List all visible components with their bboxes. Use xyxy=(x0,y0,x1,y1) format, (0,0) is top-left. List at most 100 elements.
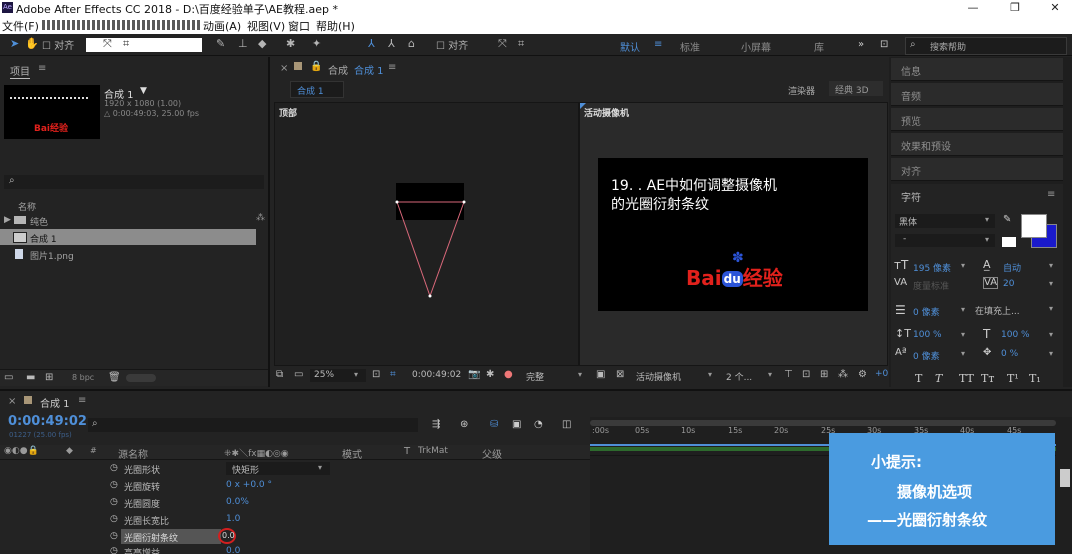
character-menu-icon[interactable]: ≡ xyxy=(1047,189,1055,200)
kerning-value[interactable]: 度量标准 xyxy=(913,279,949,292)
fast-preview-icon[interactable]: ⊞ xyxy=(820,369,828,380)
roi-icon[interactable]: ▣ xyxy=(596,369,605,380)
world-axis-icon[interactable]: ⅄ xyxy=(388,37,395,50)
stopwatch-icon[interactable]: ◷ xyxy=(110,480,118,490)
safe-zones-icon[interactable]: ⊡ xyxy=(372,369,380,380)
draft-3d-icon[interactable]: ⊛ xyxy=(460,419,468,430)
flowchart-icon[interactable]: ⁂ xyxy=(838,369,848,380)
name-column-header[interactable]: 名称 xyxy=(18,200,36,213)
font-family-select[interactable]: 黑体 ▾ xyxy=(895,214,995,228)
audio-panel[interactable]: 音频 xyxy=(891,83,1063,106)
swap-colors-icon[interactable] xyxy=(1001,236,1017,248)
quality-select[interactable]: 完整 ▾ xyxy=(524,369,588,383)
stroke-mode-select[interactable]: 在填充上... ▾ xyxy=(971,302,1059,317)
reset-exposure-icon[interactable]: ⚙ xyxy=(858,369,867,380)
fill-color-swatch[interactable] xyxy=(1021,214,1047,238)
exposure-icon[interactable]: +0 xyxy=(875,369,888,379)
lock-icon[interactable]: 🔒 xyxy=(310,61,322,72)
list-item[interactable]: 图片1.png xyxy=(0,247,256,262)
timeline-row[interactable]: ◷ 高亮增益 0.0 xyxy=(0,546,590,554)
thumbnail-size-slider[interactable] xyxy=(126,374,156,382)
vertical-scale-value[interactable]: 100 % xyxy=(913,330,942,340)
menu-file[interactable]: 文件(F) xyxy=(2,18,39,34)
orbit-tool-icon[interactable]: ⤧ xyxy=(103,37,112,51)
chevron-down-icon[interactable]: ▾ xyxy=(961,261,965,270)
menu-window[interactable]: 窗口 xyxy=(288,18,310,34)
roto-brush-icon[interactable]: ✱ xyxy=(286,37,295,50)
timeline-timecode[interactable]: 0:00:49:02 xyxy=(8,414,87,429)
timeline-tab[interactable]: 合成 1 xyxy=(40,395,70,410)
help-search-input[interactable]: ⌕ 搜索帮助 xyxy=(905,37,1067,55)
parent-header[interactable]: 父级 xyxy=(482,446,502,461)
transparency-grid-icon[interactable]: ⊠ xyxy=(616,369,624,380)
interpret-footage-icon[interactable]: ▭ xyxy=(4,372,13,383)
pan-tool-icon[interactable]: ⌗ xyxy=(123,37,129,51)
close-tab-icon[interactable]: × xyxy=(280,63,288,74)
property-value[interactable]: 0.0 xyxy=(222,531,235,540)
expand-arrow-icon[interactable]: ▶ xyxy=(4,215,11,225)
chevron-down-icon[interactable]: ▾ xyxy=(961,330,965,339)
menu-help[interactable]: 帮助(H) xyxy=(316,18,355,34)
flowchart-icon[interactable]: ⁂ xyxy=(256,213,265,223)
project-search-input[interactable]: ⌕ xyxy=(4,175,264,189)
menu-view[interactable]: 视图(V) xyxy=(247,18,285,34)
subscript-button[interactable]: T₁ xyxy=(1029,372,1041,385)
timeline-row[interactable]: ◷ 光圈形状 快矩形 ▾ xyxy=(0,461,590,478)
eyedropper-icon[interactable]: ✎ xyxy=(1003,214,1011,225)
list-item-selected[interactable]: 合成 1 xyxy=(0,229,256,245)
comp-tab-name[interactable]: 合成 1 xyxy=(354,62,384,77)
align-panel[interactable]: 对齐 xyxy=(891,158,1063,181)
workspace-standard[interactable]: 标准 xyxy=(680,39,700,54)
selection-tool-icon[interactable]: ➤ xyxy=(10,37,19,50)
mask-visibility-icon[interactable]: ⌗ xyxy=(390,369,396,380)
timeline-menu-icon[interactable]: ≡ xyxy=(78,395,86,406)
comp-dropdown-icon[interactable]: ▼ xyxy=(140,86,147,96)
toggle-pixel-icon[interactable]: ⊡ xyxy=(802,369,810,380)
stopwatch-icon[interactable]: ◷ xyxy=(110,497,118,507)
new-comp-icon[interactable]: ⊞ xyxy=(45,372,53,383)
active-camera-viewer[interactable]: 活动摄像机 19. . AE中如何调整摄像机 的光圈衍射条纹 Bai du 经验 ✽ xyxy=(579,102,888,366)
tsume-value[interactable]: 0 % xyxy=(1001,349,1018,359)
property-value[interactable]: 0.0% xyxy=(226,497,249,507)
timeline-row-selected[interactable]: ◷ 光圈衍射条纹 0.0 xyxy=(0,528,590,546)
renderer-select[interactable]: 经典 3D xyxy=(829,81,883,96)
timeline-row[interactable]: ◷ 光圈长宽比 1.0 xyxy=(0,512,590,529)
chevron-down-icon[interactable]: ▾ xyxy=(1049,261,1053,270)
stopwatch-icon[interactable]: ◷ xyxy=(110,514,118,524)
aperture-shape-select[interactable]: 快矩形 ▾ xyxy=(226,462,330,476)
faux-bold-button[interactable]: T xyxy=(915,372,922,385)
property-value[interactable]: 0.0 xyxy=(226,546,240,554)
info-panel[interactable]: 信息 xyxy=(891,58,1063,81)
graph-editor-icon[interactable]: ◫ xyxy=(562,419,571,430)
baseline-shift-value[interactable]: 0 像素 xyxy=(913,349,940,362)
local-axis-icon[interactable]: ⅄ xyxy=(368,37,375,50)
comp-flowchart-icon[interactable]: ⇶ xyxy=(432,419,440,430)
horizontal-scale-value[interactable]: 100 % xyxy=(1001,330,1030,340)
frame-blending-icon[interactable]: ▣ xyxy=(512,419,521,430)
chevron-down-icon[interactable]: ▾ xyxy=(1049,349,1053,358)
show-snapshot-icon[interactable]: ✱ xyxy=(486,369,494,380)
clone-stamp-icon[interactable]: ⊥ xyxy=(238,37,248,50)
property-value[interactable]: 0 x +0.0 ° xyxy=(226,480,272,490)
camera-view-select[interactable]: 活动摄像机 ▾ xyxy=(634,369,720,383)
minimize-icon[interactable]: — xyxy=(958,0,988,16)
list-item[interactable]: ▶ 纯色 xyxy=(0,213,256,228)
hand-tool-icon[interactable]: ✋ xyxy=(25,37,39,50)
align-icon-2[interactable]: ⌗ xyxy=(518,37,524,51)
close-tab-icon[interactable]: × xyxy=(8,396,16,407)
effects-presets-panel[interactable]: 效果和预设 xyxy=(891,133,1063,156)
tracking-value[interactable]: 20 xyxy=(1003,279,1014,289)
superscript-button[interactable]: T¹ xyxy=(1007,372,1019,385)
project-menu-icon[interactable]: ≡ xyxy=(38,63,46,74)
workspace-library[interactable]: 库 xyxy=(814,39,824,54)
mode-header[interactable]: 模式 xyxy=(342,446,362,461)
sync-settings-icon[interactable]: ⊡ xyxy=(880,39,888,50)
channel-icon[interactable]: ● xyxy=(504,369,513,380)
share-view-icon[interactable]: ⊤ xyxy=(784,369,793,380)
font-style-select[interactable]: - ▾ xyxy=(895,234,995,247)
motion-blur-icon[interactable]: ◔ xyxy=(534,419,543,430)
grid-icon[interactable]: ⧉ xyxy=(276,369,283,380)
stopwatch-icon[interactable]: ◷ xyxy=(110,463,118,473)
comp-subtab[interactable]: 合成 1 xyxy=(290,81,344,98)
more-workspaces-icon[interactable]: » xyxy=(858,39,864,50)
